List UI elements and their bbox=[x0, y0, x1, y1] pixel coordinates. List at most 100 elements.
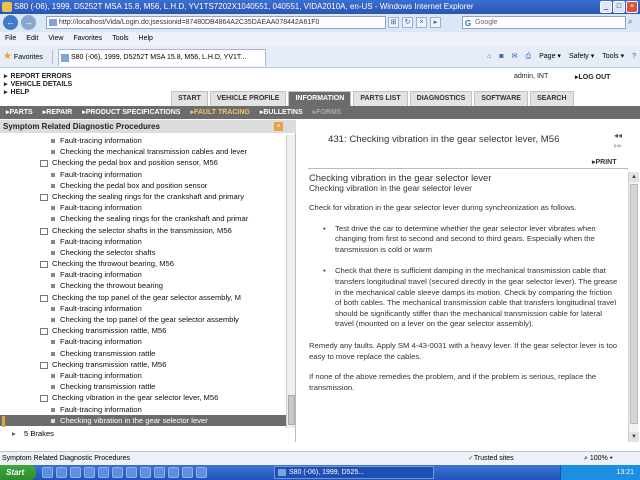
subnav-parts[interactable]: PARTS bbox=[6, 106, 33, 119]
zoom-control[interactable]: ⌕ 100% ▾ bbox=[584, 452, 613, 465]
close-panel-icon[interactable]: × bbox=[274, 122, 283, 131]
tree-folder-item[interactable]: Checking vibration in the gear selector … bbox=[0, 392, 286, 403]
tab-software[interactable]: SOFTWARE bbox=[474, 91, 528, 106]
feeds-icon[interactable]: ◙ bbox=[499, 51, 503, 63]
scroll-thumb[interactable] bbox=[288, 395, 295, 425]
menu-file[interactable]: File bbox=[5, 32, 16, 46]
tree-folder-item[interactable]: Checking the throwout bearing, M56 bbox=[0, 258, 286, 269]
tab-search[interactable]: SEARCH bbox=[529, 91, 574, 106]
tab-start[interactable]: START bbox=[171, 91, 208, 106]
vehicle-details-link[interactable]: VEHICLE DETAILS bbox=[4, 81, 73, 89]
tree-item[interactable]: Checking the throwout bearing bbox=[0, 280, 286, 291]
search-field[interactable]: G Google bbox=[462, 16, 626, 29]
star-icon: ★ bbox=[3, 51, 12, 62]
quicklaunch-icon[interactable] bbox=[168, 467, 179, 478]
tree-item[interactable]: Fault-tracing information bbox=[0, 202, 286, 213]
compatibility-icon[interactable]: ⊞ bbox=[388, 17, 399, 28]
forward-icon[interactable]: → bbox=[21, 15, 36, 30]
logout-link[interactable]: LOG OUT bbox=[575, 73, 611, 81]
help-icon[interactable]: ? bbox=[632, 51, 636, 63]
tab-parts-list[interactable]: PARTS LIST bbox=[353, 91, 408, 106]
tree-scrollbar[interactable] bbox=[286, 135, 295, 428]
print-link[interactable]: PRINT bbox=[592, 158, 617, 166]
taskbar-task-ie[interactable]: S80 (-06), 1999, D525... bbox=[274, 466, 434, 479]
tab-vehicle-profile[interactable]: VEHICLE PROFILE bbox=[209, 91, 287, 106]
tree-item[interactable]: Checking the top panel of the gear selec… bbox=[0, 314, 286, 325]
subnav-fault-tracing[interactable]: FAULT TRACING bbox=[190, 106, 250, 119]
quicklaunch-icon[interactable] bbox=[182, 467, 193, 478]
tree-item[interactable]: Fault-tracing information bbox=[0, 336, 286, 347]
help-link[interactable]: HELP bbox=[4, 89, 72, 97]
tree-item[interactable]: Checking the pedal box and position sens… bbox=[0, 180, 286, 191]
home-icon[interactable]: ⌂ bbox=[487, 51, 491, 63]
tree-item[interactable]: Checking the sealing rings for the crank… bbox=[0, 213, 286, 224]
tree-item[interactable]: Fault-tracing information bbox=[0, 169, 286, 180]
tree-item[interactable]: Fault-tracing information bbox=[0, 404, 286, 415]
tree-folder-item[interactable]: Checking the pedal box and position sens… bbox=[0, 157, 286, 168]
tree-folder-item[interactable]: Checking the selector shafts in the tran… bbox=[0, 225, 286, 236]
scroll-down-icon[interactable]: ▼ bbox=[629, 432, 639, 442]
zone-label[interactable]: Trusted sites bbox=[468, 452, 514, 465]
tab-information[interactable]: INFORMATION bbox=[288, 91, 352, 106]
tree-folder-item[interactable]: Checking the top panel of the gear selec… bbox=[0, 292, 286, 303]
tree-item[interactable]: Fault-tracing information bbox=[0, 303, 286, 314]
sub-navigation: PARTS REPAIR PRODUCT SPECIFICATIONS FAUL… bbox=[0, 106, 640, 119]
go-icon[interactable]: ▸ bbox=[430, 17, 441, 28]
minimize-button[interactable]: _ bbox=[600, 1, 612, 13]
favorites-button[interactable]: ★ Favorites bbox=[3, 51, 43, 64]
menu-help[interactable]: Help bbox=[139, 32, 153, 46]
search-icon[interactable]: ⌕ bbox=[628, 17, 632, 27]
browser-tab[interactable]: S80 (-06), 1999, D5252T MSA 15.8, M56, L… bbox=[58, 49, 266, 66]
tab-diagnostics[interactable]: DIAGNOSTICS bbox=[409, 91, 473, 106]
maximize-button[interactable]: □ bbox=[613, 1, 625, 13]
tree-item[interactable]: Checking transmission rattle bbox=[0, 381, 286, 392]
quicklaunch-icon[interactable] bbox=[84, 467, 95, 478]
mail-icon[interactable]: ✉ bbox=[512, 51, 518, 63]
quicklaunch-icon[interactable] bbox=[196, 467, 207, 478]
quicklaunch-icon[interactable] bbox=[112, 467, 123, 478]
tools-menu[interactable]: Tools ▾ bbox=[602, 51, 624, 63]
tree-item-brakes[interactable]: 5 Brakes bbox=[0, 428, 286, 440]
tree-item[interactable]: Fault-tracing information bbox=[0, 135, 286, 146]
back-icon[interactable]: ← bbox=[3, 15, 18, 30]
refresh-icon[interactable]: ↻ bbox=[402, 17, 413, 28]
document-scrollbar[interactable]: ▲ ▼ bbox=[628, 172, 639, 442]
subnav-product-specifications[interactable]: PRODUCT SPECIFICATIONS bbox=[82, 106, 181, 119]
quicklaunch-icon[interactable] bbox=[70, 467, 81, 478]
start-button[interactable]: Start bbox=[0, 465, 36, 480]
quicklaunch-icon[interactable] bbox=[56, 467, 67, 478]
url-field[interactable]: http://localhost/Vida/Login.do;jsessioni… bbox=[46, 16, 386, 29]
close-button[interactable]: × bbox=[626, 1, 638, 13]
tree-item[interactable]: Fault-tracing information bbox=[0, 269, 286, 280]
quicklaunch-icon[interactable] bbox=[98, 467, 109, 478]
subnav-repair[interactable]: REPAIR bbox=[43, 106, 72, 119]
tree-item[interactable]: Checking vibration in the gear selector … bbox=[0, 414, 286, 426]
collapse-icon[interactable]: ◂◂ bbox=[614, 131, 622, 141]
tree-item[interactable]: Fault-tracing information bbox=[0, 370, 286, 381]
quicklaunch-icon[interactable] bbox=[42, 467, 53, 478]
quicklaunch-icon[interactable] bbox=[154, 467, 165, 478]
tree-folder-item[interactable]: Checking transmission rattle, M56 bbox=[0, 359, 286, 370]
tree-item[interactable]: Checking the selector shafts bbox=[0, 247, 286, 258]
print-icon[interactable]: ⎙ bbox=[526, 51, 532, 63]
stop-icon[interactable]: × bbox=[416, 17, 427, 28]
subnav-forms[interactable]: FORMS bbox=[313, 106, 341, 119]
subnav-bulletins[interactable]: BULLETINS bbox=[260, 106, 302, 119]
menu-view[interactable]: View bbox=[48, 32, 63, 46]
page-menu[interactable]: Page ▾ bbox=[539, 51, 561, 63]
tree-item[interactable]: Checking transmission rattle bbox=[0, 348, 286, 359]
menu-edit[interactable]: Edit bbox=[26, 32, 38, 46]
quicklaunch-icon[interactable] bbox=[126, 467, 137, 478]
tree-item[interactable]: Fault-tracing information bbox=[0, 236, 286, 247]
safety-menu[interactable]: Safety ▾ bbox=[569, 51, 594, 63]
scroll-thumb[interactable] bbox=[630, 184, 638, 424]
menu-tools[interactable]: Tools bbox=[112, 32, 128, 46]
quicklaunch-icon[interactable] bbox=[140, 467, 151, 478]
menu-favorites[interactable]: Favorites bbox=[73, 32, 102, 46]
tree-folder-item[interactable]: Checking transmission rattle, M56 bbox=[0, 325, 286, 336]
tree-folder-item[interactable]: Checking the sealing rings for the crank… bbox=[0, 191, 286, 202]
scroll-up-icon[interactable]: ▲ bbox=[629, 172, 639, 182]
expand-icon[interactable]: ▸▸ bbox=[614, 141, 622, 151]
report-errors-link[interactable]: REPORT ERRORS bbox=[4, 73, 72, 81]
tree-item[interactable]: Checking the mechanical transmission cab… bbox=[0, 146, 286, 157]
